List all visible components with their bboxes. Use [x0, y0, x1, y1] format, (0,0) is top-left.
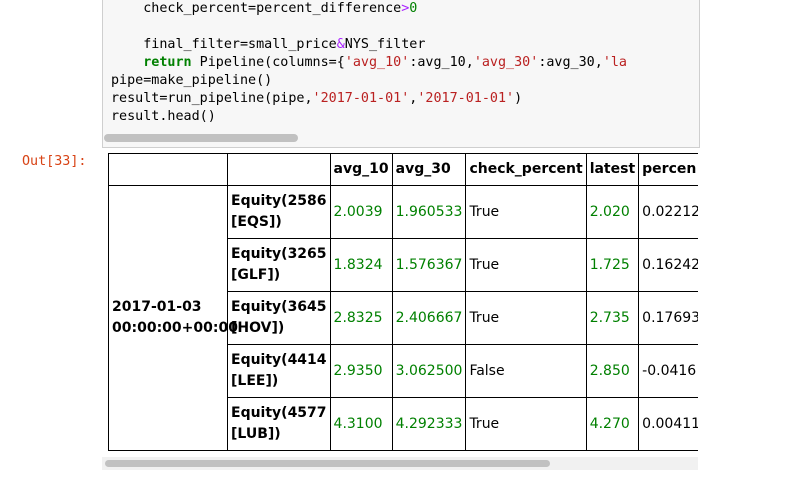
cell-check-percent: True	[465, 238, 587, 292]
cell-avg-10: 2.0039	[329, 185, 393, 239]
index-header-blank	[227, 153, 331, 186]
code-text: :avg_30,	[538, 55, 603, 70]
code-text: result=run_pipeline(pipe,	[111, 91, 313, 106]
output-prompt: Out[33]:	[22, 154, 87, 169]
cell-avg-10: 2.8325	[329, 291, 393, 345]
column-header: avg_30	[391, 153, 467, 186]
index-header-blank	[108, 153, 228, 186]
cell-latest: 2.735	[585, 291, 640, 345]
cell-avg-30: 2.406667	[391, 291, 467, 345]
equity-index: Equity(4577 [LUB])	[227, 397, 331, 451]
output-area: avg_10 avg_30 check_percent latest perce…	[102, 152, 698, 452]
equity-index: Equity(3265 [GLF])	[227, 238, 331, 292]
output-horizontal-scrollbar[interactable]	[105, 460, 550, 467]
cell-avg-10: 1.8324	[329, 238, 393, 292]
cell-avg-10: 2.9350	[329, 344, 393, 398]
table-row: 2017-01-03 00:00:00+00:00 Equity(2586 [EQ…	[108, 185, 698, 451]
equity-symbol: [LUB])	[231, 426, 281, 442]
code-text: check_percent=percent_difference	[111, 1, 402, 16]
cell-latest: 4.270	[585, 397, 640, 451]
date-index: 2017-01-03 00:00:00+00:00	[108, 185, 238, 451]
cell-avg-30: 4.292333	[391, 397, 467, 451]
code-keyword: return	[143, 55, 192, 70]
equity-index: Equity(2586 [EQS])	[227, 185, 331, 239]
code-line-7: result.head()	[111, 109, 216, 124]
cell-percent: -0.0416	[638, 344, 698, 398]
cell-check-percent: True	[465, 185, 587, 239]
code-operator: &	[336, 37, 345, 52]
date-index-label: 2017-01-03 00:00:00+00:00	[112, 299, 238, 336]
cell-check-percent: True	[465, 397, 587, 451]
cell-avg-30: 1.576367	[391, 238, 467, 292]
column-header: latest	[585, 153, 640, 186]
code-string: 'avg_10'	[344, 55, 410, 70]
equity-symbol: [GLF])	[231, 267, 281, 283]
equity-symbol: [LEE])	[231, 373, 279, 389]
equity-symbol: [HOV])	[231, 320, 285, 336]
code-text: final_filter=small_price	[111, 37, 337, 52]
equity-id: Equity(4577	[231, 405, 327, 421]
cell-percent: 0.02212	[638, 185, 698, 239]
code-string: 'avg_30'	[473, 55, 539, 70]
cell-percent: 0.16242	[638, 238, 698, 292]
cell-latest: 1.725	[585, 238, 640, 292]
code-line-1: check_percent=percent_difference>0	[111, 0, 627, 18]
cell-percent: 0.00411	[638, 397, 698, 451]
code-editor[interactable]: check_percent=percent_difference>0 final…	[111, 0, 627, 126]
code-string: '2017-01-01'	[312, 91, 410, 106]
cell-check-percent: True	[465, 291, 587, 345]
cell-avg-30: 3.062500	[391, 344, 467, 398]
equity-id: Equity(4414	[231, 352, 327, 368]
code-line-4: return Pipeline(columns={'avg_10':avg_10…	[111, 54, 627, 72]
dataframe-table: avg_10 avg_30 check_percent latest perce…	[108, 153, 698, 451]
code-line-3: final_filter=small_price&NYS_filter	[111, 36, 627, 54]
equity-id: Equity(2586	[231, 193, 327, 209]
code-string: 'la	[602, 55, 627, 70]
equity-index: Equity(4414 [LEE])	[227, 344, 331, 398]
code-cell[interactable]: check_percent=percent_difference>0 final…	[102, 0, 700, 148]
cell-check-percent: False	[465, 344, 587, 398]
equity-id: Equity(3265	[231, 246, 327, 262]
code-text: :avg_10,	[409, 55, 474, 70]
code-line-5: pipe=make_pipeline()	[111, 73, 273, 88]
cell-latest: 2.020	[585, 185, 640, 239]
cell-avg-10: 4.3100	[329, 397, 393, 451]
code-text: NYS_filter	[344, 37, 426, 52]
cell-latest: 2.850	[585, 344, 640, 398]
column-header: avg_10	[329, 153, 393, 186]
code-number: 0	[409, 1, 418, 16]
column-header: check_percent	[465, 153, 587, 186]
code-text: Pipeline(columns={	[191, 55, 345, 70]
code-line-6: result=run_pipeline(pipe,'2017-01-01','2…	[111, 90, 627, 108]
column-header: percen	[638, 153, 698, 186]
equity-index: Equity(3645 [HOV])	[227, 291, 331, 345]
cell-percent: 0.17693	[638, 291, 698, 345]
code-text: )	[514, 91, 523, 106]
equity-id: Equity(3645	[231, 299, 327, 315]
table-header-row: avg_10 avg_30 check_percent latest perce…	[108, 153, 698, 186]
cell-avg-30: 1.960533	[391, 185, 467, 239]
equity-symbol: [EQS])	[231, 214, 282, 230]
code-horizontal-scrollbar[interactable]	[104, 134, 298, 142]
code-string: '2017-01-01'	[417, 91, 515, 106]
